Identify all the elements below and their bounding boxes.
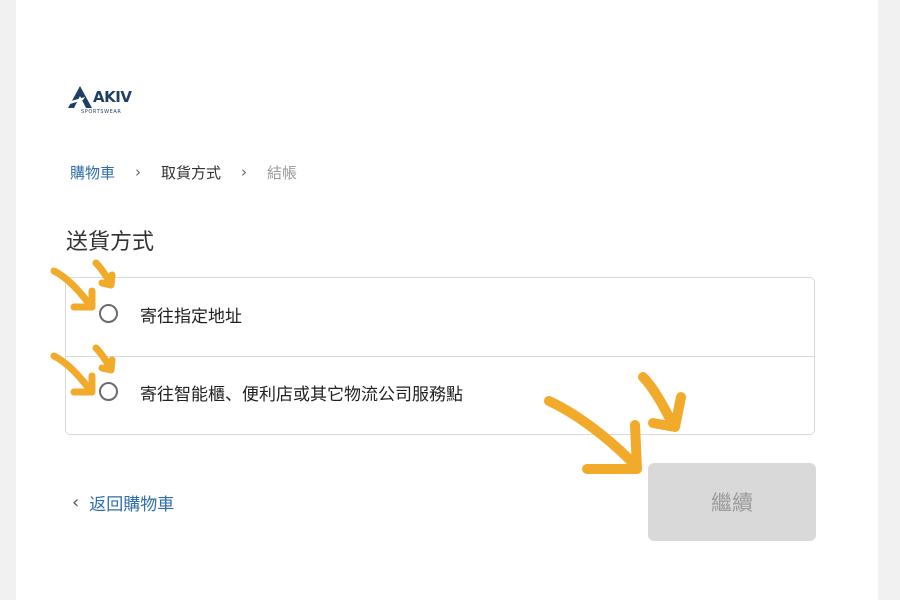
breadcrumb-separator-icon: ›: [135, 163, 142, 181]
breadcrumb-delivery-method: 取貨方式: [161, 163, 222, 182]
shipping-options: 寄往指定地址 寄往智能櫃、便利店或其它物流公司服務點: [65, 277, 815, 435]
arrow-annotation-icon: [50, 259, 116, 311]
brand-logo[interactable]: AKIV SPORTSWEAR: [67, 83, 137, 119]
back-to-cart-link[interactable]: ‹ 返回購物車: [72, 490, 174, 515]
chevron-left-icon: ‹: [72, 492, 80, 513]
shipping-option-pickup-point-label: 寄往智能櫃、便利店或其它物流公司服務點: [140, 385, 463, 405]
breadcrumb-cart[interactable]: 購物車: [70, 162, 115, 183]
shipping-method-title: 送貨方式: [66, 230, 155, 255]
breadcrumb-separator-icon: ›: [241, 163, 248, 181]
brand-mark-icon: [68, 86, 92, 108]
breadcrumb: 購物車 › 取貨方式 › 結帳: [70, 160, 297, 184]
back-to-cart-label: 返回購物車: [89, 495, 175, 515]
brand-name: AKIV: [93, 88, 132, 106]
arrow-annotation-icon: [544, 372, 686, 474]
shipping-option-pickup-point[interactable]: 寄往智能櫃、便利店或其它物流公司服務點: [66, 357, 814, 436]
arrow-annotation-icon: [50, 344, 116, 396]
breadcrumb-checkout: 結帳: [267, 163, 298, 182]
brand-tagline: SPORTSWEAR: [81, 109, 122, 115]
shipping-option-address[interactable]: 寄往指定地址: [66, 278, 814, 357]
shipping-option-address-label: 寄往指定地址: [140, 307, 242, 327]
